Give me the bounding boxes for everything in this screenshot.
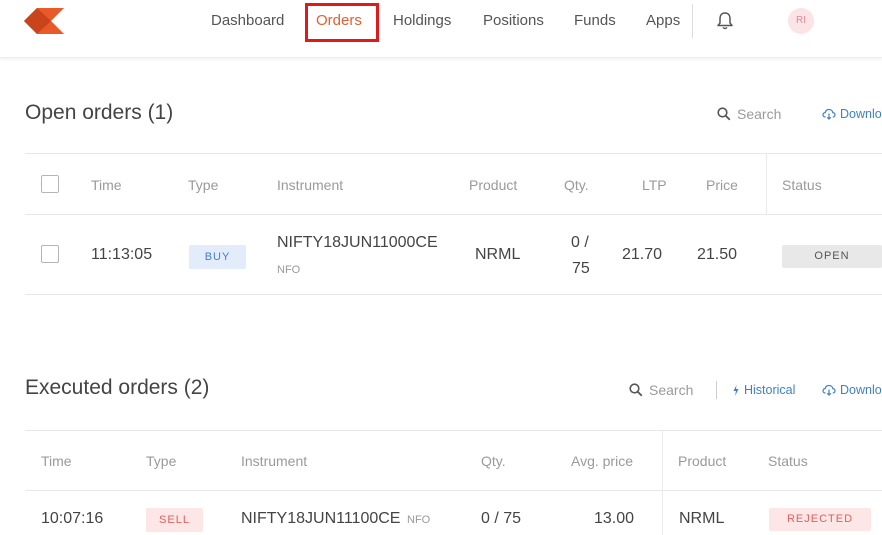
divider bbox=[25, 490, 882, 491]
nav-dashboard[interactable]: Dashboard bbox=[211, 0, 284, 42]
search-label: Search bbox=[649, 382, 694, 398]
historical-link[interactable]: Historical bbox=[732, 383, 795, 397]
col-qty[interactable]: Qty. bbox=[564, 177, 589, 193]
historical-label: Historical bbox=[744, 383, 796, 397]
top-nav: Dashboard Orders Holdings Positions Fund… bbox=[0, 0, 882, 58]
download-label: Downlo bbox=[840, 107, 882, 121]
col-product[interactable]: Product bbox=[469, 177, 517, 193]
price-value: 21.50 bbox=[697, 246, 738, 263]
divider bbox=[25, 214, 882, 215]
qty-filled: 0 / bbox=[571, 234, 589, 251]
qty-value: 0 / 75 bbox=[481, 510, 522, 527]
open-orders-download[interactable]: Downlo bbox=[822, 107, 882, 121]
col-qty[interactable]: Qty. bbox=[481, 453, 506, 469]
col-time[interactable]: Time bbox=[91, 177, 122, 193]
product: NRML bbox=[679, 510, 725, 527]
exchange-label: NFO bbox=[407, 514, 431, 526]
download-label: Downlo bbox=[840, 383, 882, 397]
product: NRML bbox=[475, 246, 521, 263]
nav-holdings[interactable]: Holdings bbox=[393, 0, 451, 42]
col-instrument[interactable]: Instrument bbox=[277, 177, 343, 193]
order-time: 10:07:16 bbox=[41, 510, 104, 527]
buy-badge: BUY bbox=[189, 245, 246, 269]
col-type[interactable]: Type bbox=[188, 177, 218, 193]
sell-badge: SELL bbox=[146, 508, 203, 532]
active-highlight bbox=[305, 3, 379, 42]
avatar[interactable]: RI bbox=[788, 8, 814, 34]
exchange-label: NFO bbox=[277, 264, 301, 276]
col-type[interactable]: Type bbox=[146, 453, 176, 469]
open-orders-title: Open orders (1) bbox=[25, 101, 174, 124]
col-ltp[interactable]: LTP bbox=[642, 177, 667, 193]
divider bbox=[25, 153, 882, 154]
status-badge: OPEN bbox=[782, 245, 882, 268]
col-status[interactable]: Status bbox=[782, 177, 822, 193]
col-status[interactable]: Status bbox=[768, 453, 808, 469]
row-checkbox[interactable] bbox=[41, 245, 59, 263]
column-divider bbox=[662, 431, 663, 535]
nav-positions[interactable]: Positions bbox=[483, 0, 544, 42]
qty-total: 75 bbox=[572, 260, 590, 277]
search-icon bbox=[717, 107, 731, 121]
cloud-download-icon bbox=[822, 384, 836, 396]
executed-orders-title: Executed orders (2) bbox=[25, 376, 210, 399]
column-divider bbox=[766, 154, 767, 214]
executed-orders-download[interactable]: Downlo bbox=[822, 383, 882, 397]
avg-price-value: 13.00 bbox=[594, 510, 635, 527]
col-product[interactable]: Product bbox=[678, 453, 726, 469]
instrument-name[interactable]: NIFTY18JUN11100CE bbox=[241, 510, 400, 528]
history-icon bbox=[733, 384, 739, 396]
divider bbox=[25, 294, 882, 295]
bell-icon[interactable] bbox=[716, 11, 734, 31]
divider bbox=[25, 430, 882, 431]
nav-funds[interactable]: Funds bbox=[574, 0, 616, 42]
executed-orders-search[interactable]: Search bbox=[629, 382, 693, 398]
col-price[interactable]: Price bbox=[706, 177, 738, 193]
nav-apps[interactable]: Apps bbox=[646, 0, 680, 42]
cloud-download-icon bbox=[822, 108, 836, 120]
toolbar-divider bbox=[716, 381, 717, 399]
col-time[interactable]: Time bbox=[41, 453, 72, 469]
status-badge: REJECTED bbox=[769, 508, 871, 531]
order-time: 11:13:05 bbox=[91, 246, 153, 263]
col-avg-price[interactable]: Avg. price bbox=[571, 453, 633, 469]
col-instrument[interactable]: Instrument bbox=[241, 453, 307, 469]
search-label: Search bbox=[737, 106, 782, 122]
nav-divider bbox=[692, 4, 693, 38]
select-all-checkbox[interactable] bbox=[41, 175, 59, 193]
search-icon bbox=[629, 383, 643, 397]
instrument-name[interactable]: NIFTY18JUN11000CE bbox=[277, 234, 438, 252]
ltp-value: 21.70 bbox=[622, 246, 663, 263]
open-orders-search[interactable]: Search bbox=[717, 106, 781, 122]
kite-logo-icon[interactable] bbox=[24, 8, 66, 34]
